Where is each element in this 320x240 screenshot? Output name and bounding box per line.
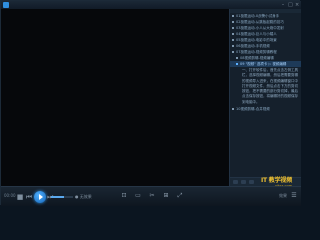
- video-area[interactable]: [1, 9, 229, 186]
- volume-level: [51, 196, 65, 198]
- bullet-icon: [232, 33, 234, 35]
- bullet-icon: [232, 21, 234, 23]
- control-bar: 00:00 ■ ⏮ ⏭ ● 无效果 ⊡ ▭ ✂ ⊞ ⤢ 效果 ☰: [1, 186, 301, 206]
- bullet-icon: [232, 39, 234, 41]
- cut-icon[interactable]: ✂: [149, 192, 155, 200]
- playlist-item-description: 一、打开软件后，首先点击左侧工具栏，选择视频编辑，然后把需要剪辑的视频导入进来，…: [242, 68, 298, 104]
- bullet-icon: [232, 15, 234, 17]
- bullet-icon: [236, 63, 238, 65]
- time-display: 00:00: [4, 193, 16, 198]
- fullscreen-icon[interactable]: ⤢: [177, 192, 183, 200]
- effect-label[interactable]: 效果: [279, 193, 287, 199]
- bullet-icon: [232, 108, 234, 111]
- maximize-button[interactable]: □: [288, 1, 293, 9]
- bullet-icon: [232, 45, 234, 47]
- player-window: – □ × 01极限运动-X战警小试身手 02极限运动-从跳板起跳的技巧 03极…: [0, 0, 301, 206]
- tool-buttons: ⊡ ▭ ✂ ⊞ ⤢: [121, 192, 183, 200]
- bullet-icon: [236, 57, 238, 59]
- playlist-mode-button[interactable]: [249, 180, 254, 184]
- grid-icon[interactable]: ⊞: [163, 192, 169, 200]
- bullet-icon: [232, 51, 234, 53]
- screenshot-icon[interactable]: ⊡: [121, 192, 127, 200]
- app-logo-icon: [3, 2, 9, 8]
- playlist-add-button[interactable]: [233, 180, 238, 184]
- playlist-item-active[interactable]: 09 "视频" 选项卡 ▷ 视频编辑: [230, 61, 301, 67]
- bullet-icon: [232, 27, 234, 29]
- right-controls: 效果 ☰: [279, 192, 297, 200]
- playlist-item[interactable]: 10视频剪辑-合并视频: [230, 106, 301, 112]
- playlist-toggle-icon[interactable]: ☰: [291, 192, 297, 200]
- title-bar: – □ ×: [1, 1, 301, 9]
- watermark-logo: IT 教学视频: [260, 177, 292, 184]
- screen-icon[interactable]: ▭: [135, 192, 141, 200]
- volume-slider[interactable]: [51, 196, 73, 198]
- previous-button[interactable]: ⏮: [24, 192, 34, 202]
- playlist-remove-button[interactable]: [241, 180, 246, 184]
- playlist-panel: 01极限运动-X战警小试身手 02极限运动-从跳板起跳的技巧 03极限运动-小人…: [229, 9, 301, 186]
- close-button[interactable]: ×: [295, 1, 299, 9]
- volume-label: ● 无效果: [75, 194, 92, 199]
- minimize-button[interactable]: –: [281, 1, 285, 9]
- window-controls: – □ ×: [281, 1, 299, 9]
- play-button[interactable]: [34, 191, 46, 203]
